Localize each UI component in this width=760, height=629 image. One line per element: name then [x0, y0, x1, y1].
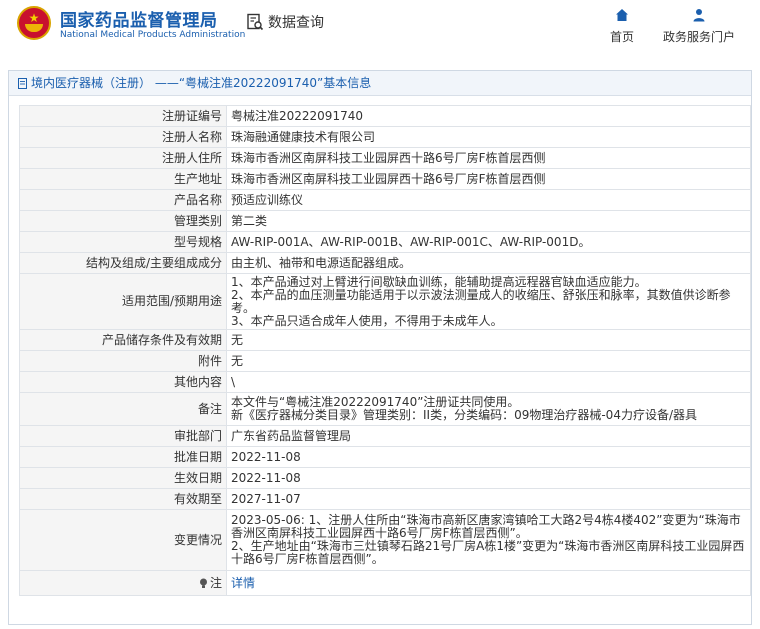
table-row: 变更情况 2023-05-06: 1、注册人住所由“珠海市高新区唐家湾镇哈工大路2… — [19, 509, 751, 571]
row-value: \ — [226, 371, 751, 393]
site-subtitle: National Medical Products Administration — [60, 30, 246, 40]
table-row: 注册人住所 珠海市香洲区南屏科技工业园屏西十路6号厂房F栋首层西侧 — [19, 147, 751, 169]
row-label: 注册证编号 — [19, 105, 227, 127]
row-value: 本文件与“粤械注准20222091740”注册证共同使用。 新《医疗器械分类目录》… — [226, 392, 751, 426]
panel-title-text: 境内医疗器械（注册） ——“粤械注准20222091740”基本信息 — [31, 76, 372, 90]
row-label: 备注 — [19, 392, 227, 426]
row-value: 珠海市香洲区南屏科技工业园屏西十路6号厂房F栋首层西侧 — [226, 168, 751, 190]
row-value: 2023-05-06: 1、注册人住所由“珠海市高新区唐家湾镇哈工大路2号4栋4… — [226, 509, 751, 571]
table-row: 结构及组成/主要组成成分 由主机、袖带和电源适配器组成。 — [19, 252, 751, 274]
table-row: 型号规格 AW-RIP-001A、AW-RIP-001B、AW-RIP-001C、… — [19, 231, 751, 253]
row-value: 2022-11-08 — [226, 446, 751, 468]
site-header: ★ 国家药品监督管理局 National Medical Products Ad… — [0, 0, 760, 60]
national-emblem-logo: ★ — [17, 6, 51, 40]
nav-gov-label: 政务服务门户 — [662, 30, 735, 44]
row-label: 生效日期 — [19, 467, 227, 489]
row-value: 1、本产品通过对上臂进行间歇缺血训练，能辅助提高远程器官缺血适应能力。 2、本产品… — [226, 273, 751, 330]
row-label: 结构及组成/主要组成成分 — [19, 252, 227, 274]
site-title: 国家药品监督管理局 — [60, 11, 218, 31]
row-label: 注册人名称 — [19, 126, 227, 148]
table-row: 注册人名称 珠海融通健康技术有限公司 — [19, 126, 751, 148]
search-document-icon — [247, 13, 264, 31]
details-link[interactable]: 详情 — [231, 576, 255, 590]
table-row-note: 注详情 — [19, 570, 751, 596]
table-row: 有效期至 2027-11-07 — [19, 488, 751, 510]
note-label-text: 注 — [209, 575, 222, 590]
detail-table: 注册证编号 粤械注准20222091740 注册人名称 珠海融通健康技术有限公司 注册人… — [19, 105, 751, 596]
table-row: 备注 本文件与“粤械注准20222091740”注册证共同使用。 新《医疗器械分类目… — [19, 392, 751, 426]
row-value: 第二类 — [226, 210, 751, 232]
row-value: 无 — [226, 329, 751, 351]
nav-home[interactable]: 首页 — [606, 8, 638, 45]
panel-title: 境内医疗器械（注册） ——“粤械注准20222091740”基本信息 — [9, 71, 751, 96]
row-label: 批准日期 — [19, 446, 227, 468]
row-label: 产品名称 — [19, 189, 227, 211]
row-label: 生产地址 — [19, 168, 227, 190]
table-row: 产品名称 预适应训练仪 — [19, 189, 751, 211]
note-label: 注 — [19, 570, 227, 596]
row-label: 管理类别 — [19, 210, 227, 232]
row-label: 有效期至 — [19, 488, 227, 510]
home-icon — [616, 9, 628, 21]
row-value: 粤械注准20222091740 — [226, 105, 751, 127]
table-row: 审批部门 广东省药品监督管理局 — [19, 425, 751, 447]
table-row: 适用范围/预期用途 1、本产品通过对上臂进行间歇缺血训练，能辅助提高远程器官缺血适… — [19, 273, 751, 330]
table-row: 生效日期 2022-11-08 — [19, 467, 751, 489]
nav-gov-service-portal[interactable]: 政务服务门户 — [658, 8, 740, 45]
row-label: 变更情况 — [19, 509, 227, 571]
user-icon — [693, 9, 705, 22]
lightbulb-icon — [199, 578, 207, 588]
row-label: 注册人住所 — [19, 147, 227, 169]
row-value: 广东省药品监督管理局 — [226, 425, 751, 447]
table-row: 生产地址 珠海市香洲区南屏科技工业园屏西十路6号厂房F栋首层西侧 — [19, 168, 751, 190]
note-value: 详情 — [226, 570, 751, 596]
row-label: 附件 — [19, 350, 227, 372]
row-label: 其他内容 — [19, 371, 227, 393]
row-value: 无 — [226, 350, 751, 372]
table-row: 产品储存条件及有效期无 — [19, 329, 751, 351]
row-value: 由主机、袖带和电源适配器组成。 — [226, 252, 751, 274]
table-row: 批准日期 2022-11-08 — [19, 446, 751, 468]
row-label: 审批部门 — [19, 425, 227, 447]
table-row: 管理类别 第二类 — [19, 210, 751, 232]
row-value: 珠海融通健康技术有限公司 — [226, 126, 751, 148]
row-value: 珠海市香洲区南屏科技工业园屏西十路6号厂房F栋首层西侧 — [226, 147, 751, 169]
data-query-label: 数据查询 — [268, 15, 324, 31]
row-value: AW-RIP-001A、AW-RIP-001B、AW-RIP-001C、AW-R… — [226, 231, 751, 253]
table-row: 附件无 — [19, 350, 751, 372]
table-row: 注册证编号 粤械注准20222091740 — [19, 105, 751, 127]
row-value: 预适应训练仪 — [226, 189, 751, 211]
row-label: 型号规格 — [19, 231, 227, 253]
row-label: 产品储存条件及有效期 — [19, 329, 227, 351]
row-value: 2027-11-07 — [226, 488, 751, 510]
document-icon — [18, 77, 27, 89]
row-value: 2022-11-08 — [226, 467, 751, 489]
table-row: 其他内容 \ — [19, 371, 751, 393]
detail-panel: 境内医疗器械（注册） ——“粤械注准20222091740”基本信息 注册证编号… — [8, 70, 752, 625]
data-query-link[interactable]: 数据查询 — [246, 12, 324, 32]
row-label: 适用范围/预期用途 — [19, 273, 227, 330]
nav-home-label: 首页 — [609, 30, 634, 44]
